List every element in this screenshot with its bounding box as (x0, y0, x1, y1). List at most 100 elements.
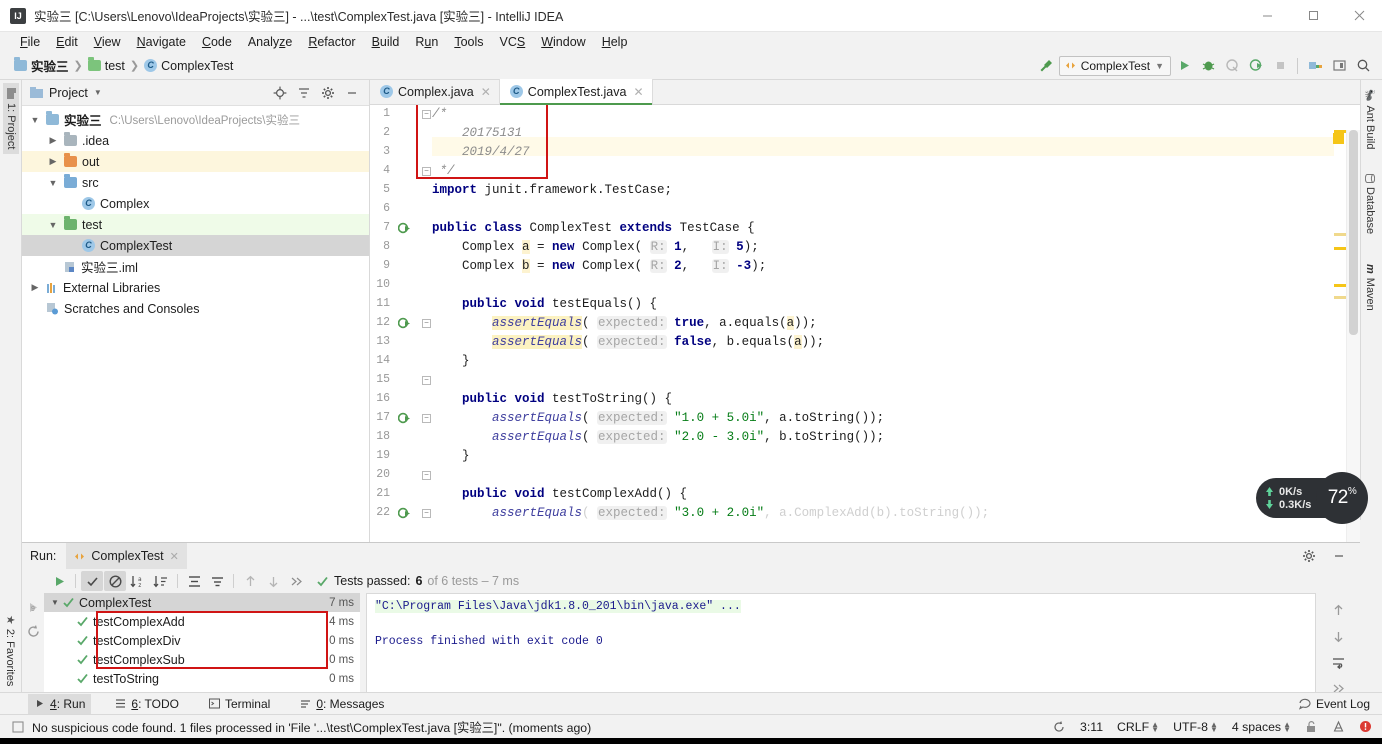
warning-marker[interactable] (1334, 296, 1346, 299)
warning-marker[interactable] (1334, 233, 1346, 236)
hide-ignored-icon[interactable] (104, 571, 126, 591)
run-test-gutter-icon[interactable] (397, 412, 411, 429)
rerun-icon[interactable] (48, 571, 70, 591)
tab-complextest-java[interactable]: C ComplexTest.java ✕ (499, 79, 653, 105)
tree-item-scratches[interactable]: Scratches and Consoles (22, 298, 369, 319)
project-structure-icon[interactable] (1304, 55, 1326, 77)
close-icon[interactable]: ✕ (170, 550, 179, 563)
chevron-right-icon[interactable]: ▶ (46, 156, 60, 167)
fold-marker[interactable]: − (422, 414, 431, 423)
test-tree-root[interactable]: ▼ ComplexTest 7 ms (44, 593, 360, 612)
chevron-down-icon[interactable]: ▼ (94, 88, 102, 97)
chevron-right-icon[interactable]: ▶ (28, 282, 42, 293)
tree-item-test[interactable]: ▼ test (22, 214, 369, 235)
breadcrumb-item-test[interactable]: test (86, 57, 127, 73)
close-icon[interactable] (1336, 0, 1382, 32)
bottom-tab-messages[interactable]: 0: Messages (294, 694, 390, 714)
tree-item-idea[interactable]: ▶ .idea (22, 130, 369, 151)
maximize-icon[interactable] (1290, 0, 1336, 32)
tree-item-out[interactable]: ▶ out (22, 151, 369, 172)
chevron-down-icon[interactable]: ▼ (48, 598, 62, 607)
scroll-up-icon[interactable] (1331, 603, 1346, 621)
run-console[interactable]: "C:\Program Files\Java\jdk1.8.0_201\bin\… (366, 593, 1316, 693)
collapse-all-icon[interactable] (293, 82, 315, 104)
hide-icon[interactable] (1328, 546, 1350, 566)
code-canvas[interactable]: 1 2 3 4 5 6 7 8 9 10 11 12 13 14 15 16 1… (370, 105, 1360, 542)
menu-help[interactable]: Help (594, 32, 636, 52)
encoding-selector[interactable]: UTF-8 ▲ ▼ (1173, 720, 1218, 734)
menu-tools[interactable]: Tools (446, 32, 491, 52)
chevron-right-icon[interactable]: ▶ (46, 135, 60, 146)
bottom-tab-run[interactable]: 4: Run (28, 693, 92, 714)
rerun-icon[interactable] (22, 621, 44, 641)
event-log-button[interactable]: Event Log (1298, 697, 1382, 711)
build-hammer-icon[interactable] (1035, 55, 1057, 77)
hide-icon[interactable] (341, 82, 363, 104)
scrollbar-thumb[interactable] (1349, 130, 1358, 335)
chevron-down-icon[interactable]: ▼ (46, 178, 60, 188)
settings-gear-icon[interactable] (317, 82, 339, 104)
run-icon[interactable] (1173, 55, 1195, 77)
run-class-gutter-icon[interactable] (397, 222, 411, 239)
minimize-icon[interactable] (1244, 0, 1290, 32)
sidebar-item-maven[interactable]: m Maven (1362, 260, 1378, 315)
menu-refactor[interactable]: Refactor (300, 32, 363, 52)
expand-all-icon[interactable] (183, 571, 205, 591)
menu-analyze[interactable]: Analyze (240, 32, 300, 52)
test-tree-item[interactable]: testComplexAdd 4 ms (44, 612, 360, 631)
tree-item-module[interactable]: ▼ 实验三 C:\Users\Lenovo\IdeaProjects\实验三 (22, 109, 369, 130)
menu-window[interactable]: Window (533, 32, 593, 52)
tree-item-complex[interactable]: C Complex (22, 193, 369, 214)
line-separator-selector[interactable]: CRLF ▲ ▼ (1117, 720, 1159, 734)
test-tree-item[interactable]: testComplexSub 0 ms (44, 650, 360, 669)
close-icon[interactable]: ✕ (633, 85, 643, 99)
breadcrumb-item-class[interactable]: C ComplexTest (142, 59, 235, 73)
run-with-coverage-icon[interactable] (1221, 55, 1243, 77)
collapse-all-icon[interactable] (206, 571, 228, 591)
warning-marker[interactable] (1334, 247, 1346, 250)
tree-item-src[interactable]: ▼ src (22, 172, 369, 193)
fold-marker[interactable]: − (422, 471, 431, 480)
menu-edit[interactable]: Edit (48, 32, 86, 52)
bottom-tab-terminal[interactable]: Terminal (203, 694, 276, 714)
cpu-usage-widget[interactable]: 72% (1316, 472, 1368, 524)
error-badge-icon[interactable] (1359, 720, 1372, 733)
sync-icon[interactable] (1052, 720, 1066, 734)
sort-duration-icon[interactable] (150, 571, 172, 591)
close-icon[interactable]: ✕ (481, 85, 491, 99)
sort-alphabetically-icon[interactable]: az (127, 571, 149, 591)
caret-position[interactable]: 3:11 (1080, 720, 1103, 734)
chevron-down-icon[interactable]: ▼ (28, 115, 42, 125)
locate-icon[interactable] (269, 82, 291, 104)
editor-gutter[interactable]: 1 2 3 4 5 6 7 8 9 10 11 12 13 14 15 16 1… (370, 105, 432, 542)
chevron-down-icon[interactable]: ▼ (46, 220, 60, 230)
show-passed-icon[interactable] (81, 571, 103, 591)
warning-marker[interactable] (1334, 284, 1346, 287)
fold-marker[interactable]: − (422, 167, 431, 176)
more-icon[interactable] (285, 571, 307, 591)
inspection-status-square[interactable] (1333, 133, 1344, 144)
run-test-gutter-icon[interactable] (397, 507, 411, 524)
settings-gear-icon[interactable] (1298, 546, 1320, 566)
fold-marker[interactable]: − (422, 319, 431, 328)
run-tab-complextest[interactable]: ComplexTest ✕ (66, 543, 187, 569)
menu-navigate[interactable]: Navigate (129, 32, 194, 52)
bottom-tab-todo[interactable]: 6: TODO (109, 694, 185, 714)
tree-item-complextest[interactable]: C ComplexTest (22, 235, 369, 256)
debug-icon[interactable] (1197, 55, 1219, 77)
menu-file[interactable]: File (12, 32, 48, 52)
menu-run[interactable]: Run (407, 32, 446, 52)
menu-code[interactable]: Code (194, 32, 240, 52)
indent-selector[interactable]: 4 spaces ▲ ▼ (1232, 720, 1291, 734)
run-with-profiler-icon[interactable] (1245, 55, 1267, 77)
inspector-icon[interactable] (1332, 720, 1345, 733)
soft-wrap-icon[interactable] (1331, 655, 1346, 673)
sidebar-item-ant-build[interactable]: 🐜 Ant Build (1362, 85, 1378, 153)
fold-marker[interactable]: − (422, 376, 431, 385)
run-configuration-selector[interactable]: ComplexTest ▼ (1058, 55, 1171, 76)
run-test-gutter-icon[interactable] (397, 317, 411, 334)
rerun-failed-icon[interactable]: 9 (22, 597, 44, 617)
menu-vcs[interactable]: VCS (492, 32, 534, 52)
sidebar-item-project[interactable]: 1: Project (3, 83, 19, 155)
sidebar-item-favorites[interactable]: ★ 2: Favorites (2, 610, 19, 691)
